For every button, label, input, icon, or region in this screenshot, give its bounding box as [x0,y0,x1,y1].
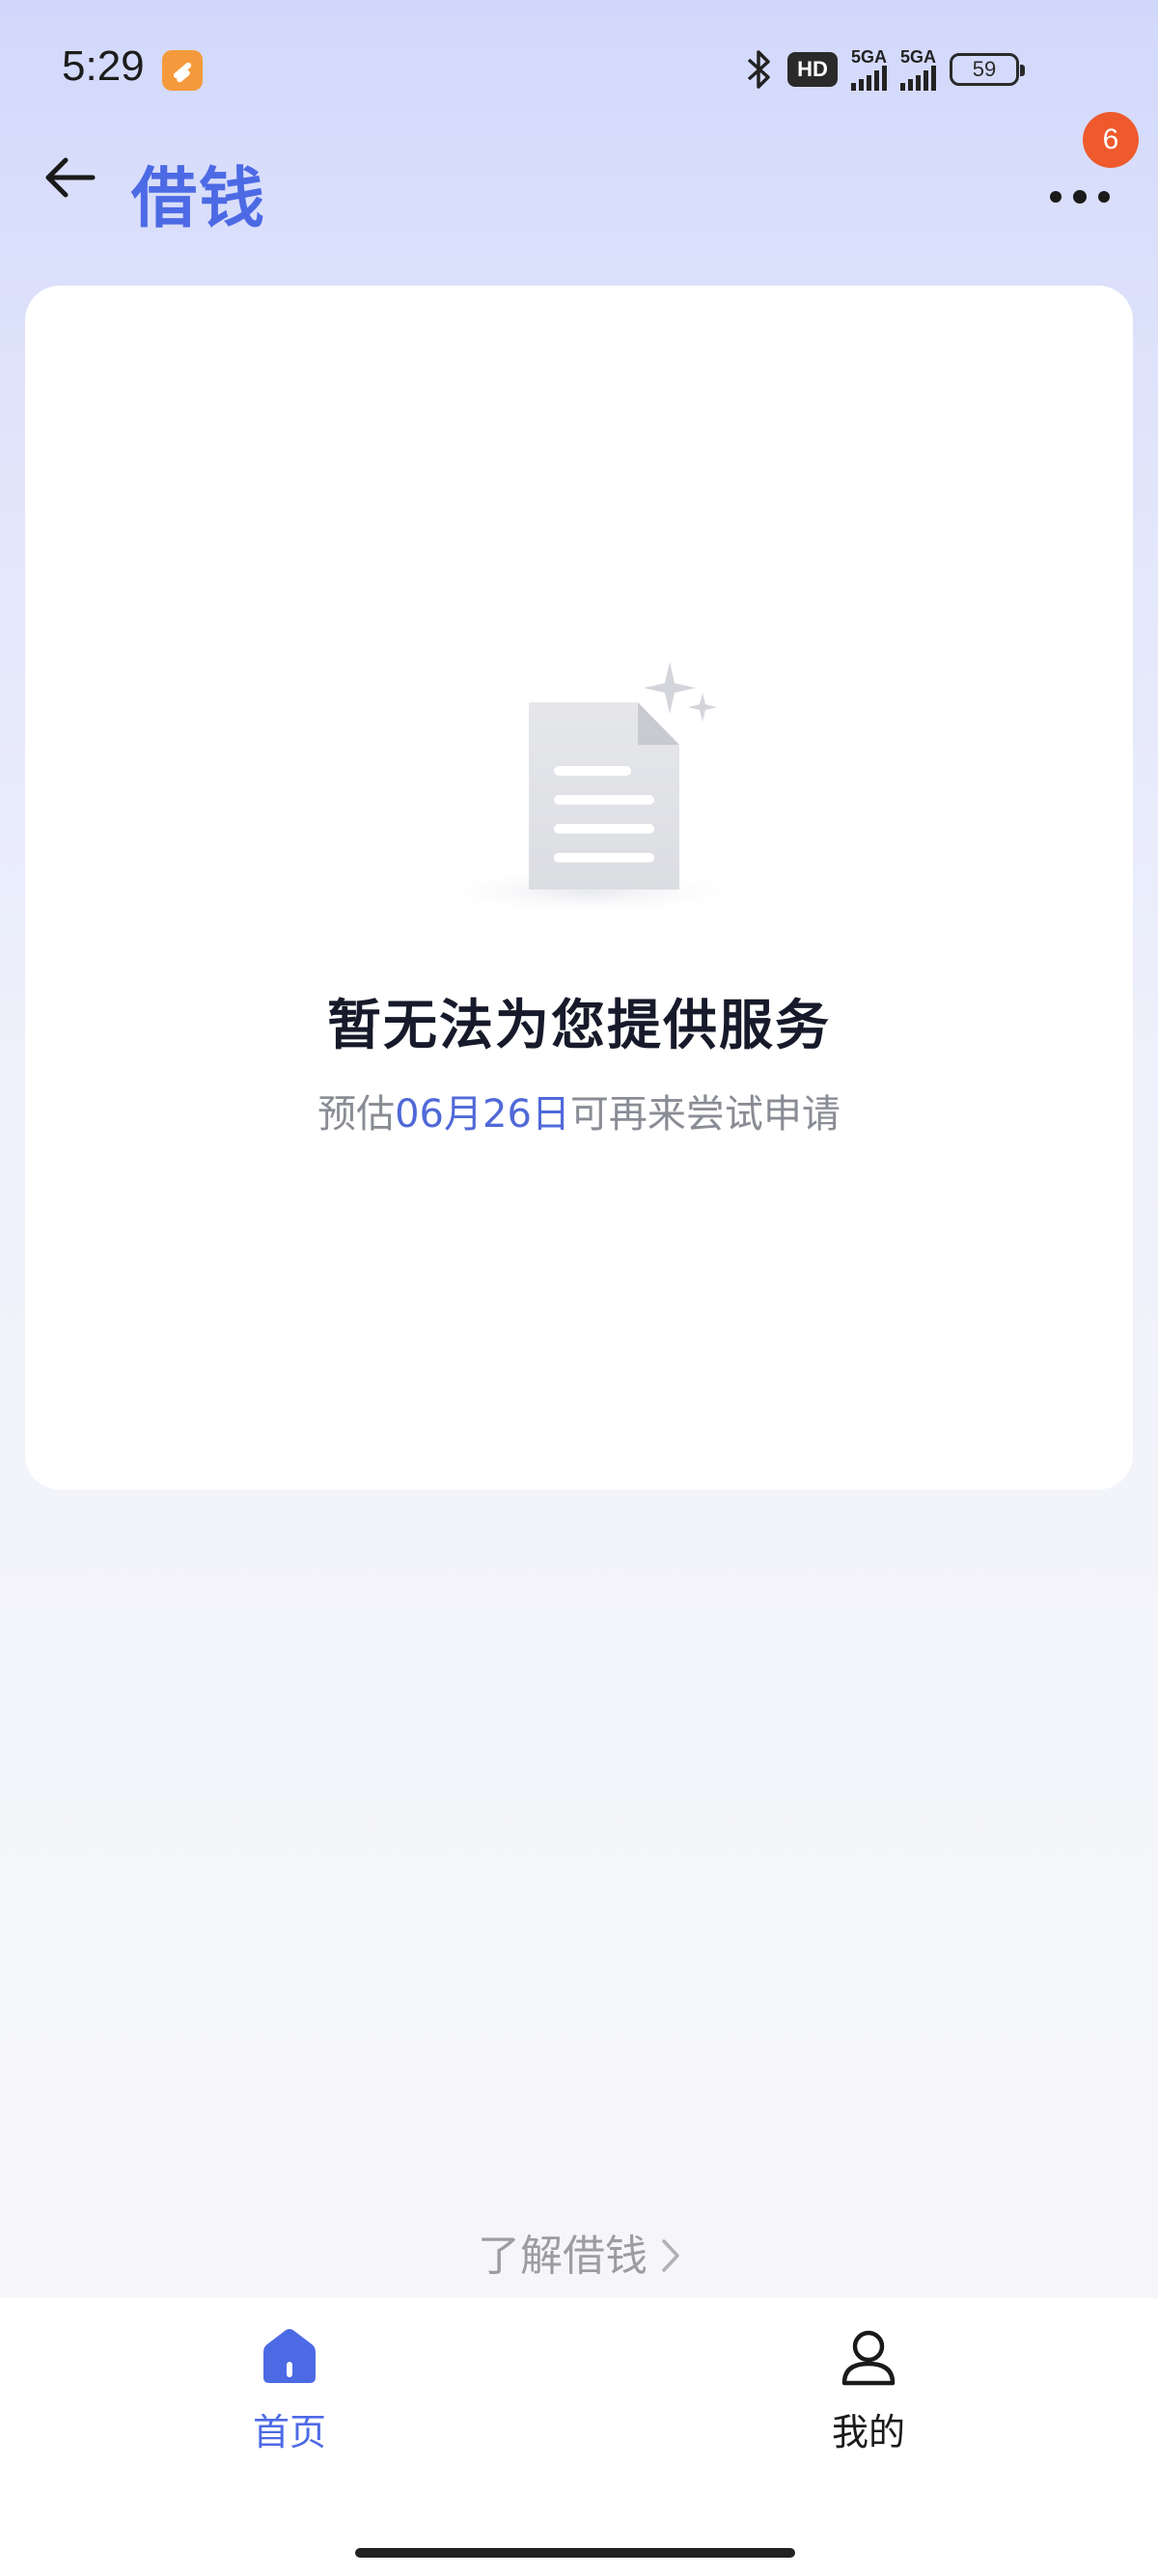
chevron-right-icon [661,2234,680,2284]
learn-more-link[interactable]: 了解借钱 [0,2221,1158,2284]
battery-icon: 59 [950,53,1026,86]
subtitle-prefix: 预估 [317,1092,396,1137]
tab-mine[interactable]: 我的 [762,2327,975,2462]
back-arrow-icon [42,154,96,205]
tab-label: 首页 [252,2411,326,2453]
retry-date: 06月26日 [395,1092,570,1137]
signal-label: 5GA [851,47,888,67]
bluetooth-icon [745,48,774,91]
status-time: 5:29 [62,42,145,90]
document-empty-icon [411,662,768,917]
empty-state-card: 暂无法为您提供服务 预估06月26日可再来尝试申请 [25,286,1133,1490]
back-button[interactable] [39,149,100,210]
bottom-tab-bar: 首页 我的 [0,2298,1158,2576]
notification-badge: 6 [1083,112,1139,168]
hd-voice-icon: HD [787,52,838,87]
status-indicators: HD 5GA 5GA 59 [745,46,1026,93]
tab-label: 我的 [831,2411,905,2453]
signal-icon: 5GA [900,48,936,91]
empty-state-subtitle: 预估06月26日可再来尝试申请 [25,1082,1133,1138]
home-icon [260,2327,319,2391]
user-icon [839,2327,898,2391]
signal-label: 5GA [900,47,937,67]
app-notification-icon [162,50,203,91]
subtitle-suffix: 可再来尝试申请 [569,1092,841,1137]
page-header: 借钱 [0,135,1158,270]
tab-home[interactable]: 首页 [183,2327,396,2462]
signal-icon: 5GA [851,48,887,91]
status-bar: 5:29 HD 5GA 5GA 59 [0,0,1158,135]
learn-more-label: 了解借钱 [478,2232,648,2281]
page-title: 借钱 [131,161,267,237]
empty-state-title: 暂无法为您提供服务 [327,995,831,1057]
home-indicator[interactable] [355,2548,795,2558]
